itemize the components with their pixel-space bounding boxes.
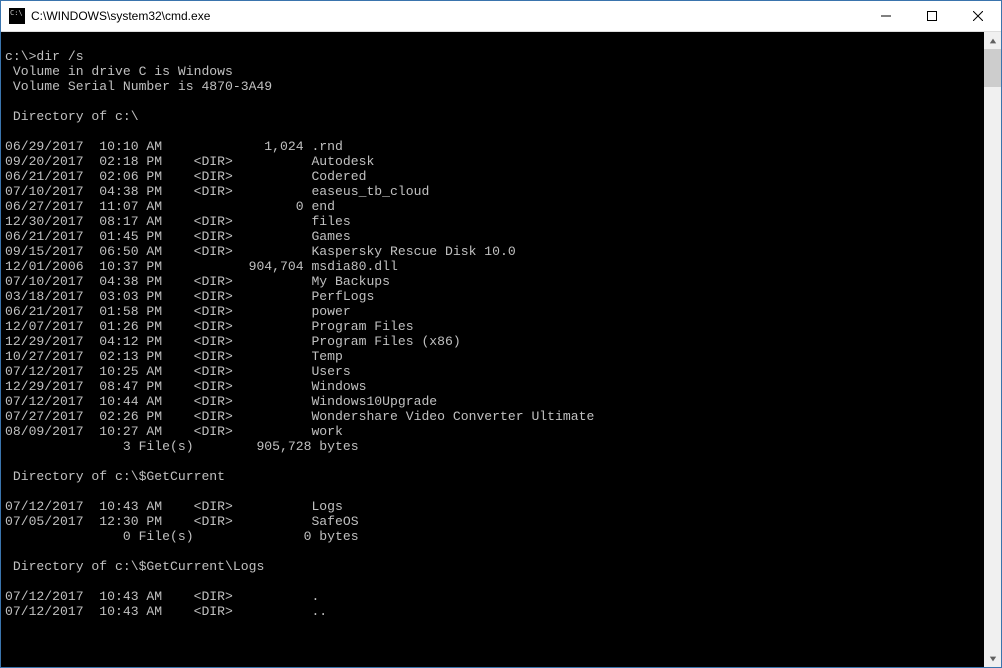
titlebar-controls: [863, 1, 1001, 31]
cmd-window: C:\WINDOWS\system32\cmd.exe c:\>dir /s V…: [0, 0, 1002, 668]
scrollbar-thumb[interactable]: [984, 49, 1001, 87]
minimize-button[interactable]: [863, 1, 909, 31]
close-button[interactable]: [955, 1, 1001, 31]
chevron-down-icon: [989, 655, 997, 663]
scrollbar-down-arrow[interactable]: [984, 650, 1001, 667]
titlebar[interactable]: C:\WINDOWS\system32\cmd.exe: [1, 1, 1001, 32]
close-icon: [973, 11, 983, 21]
vertical-scrollbar[interactable]: [984, 32, 1001, 667]
cmd-icon: [9, 8, 25, 24]
window-title: C:\WINDOWS\system32\cmd.exe: [31, 9, 863, 23]
maximize-icon: [927, 11, 937, 21]
chevron-up-icon: [989, 37, 997, 45]
maximize-button[interactable]: [909, 1, 955, 31]
scrollbar-track[interactable]: [984, 49, 1001, 650]
terminal-output[interactable]: c:\>dir /s Volume in drive C is Windows …: [1, 32, 984, 667]
minimize-icon: [881, 11, 891, 21]
scrollbar-up-arrow[interactable]: [984, 32, 1001, 49]
content-area: c:\>dir /s Volume in drive C is Windows …: [1, 32, 1001, 667]
